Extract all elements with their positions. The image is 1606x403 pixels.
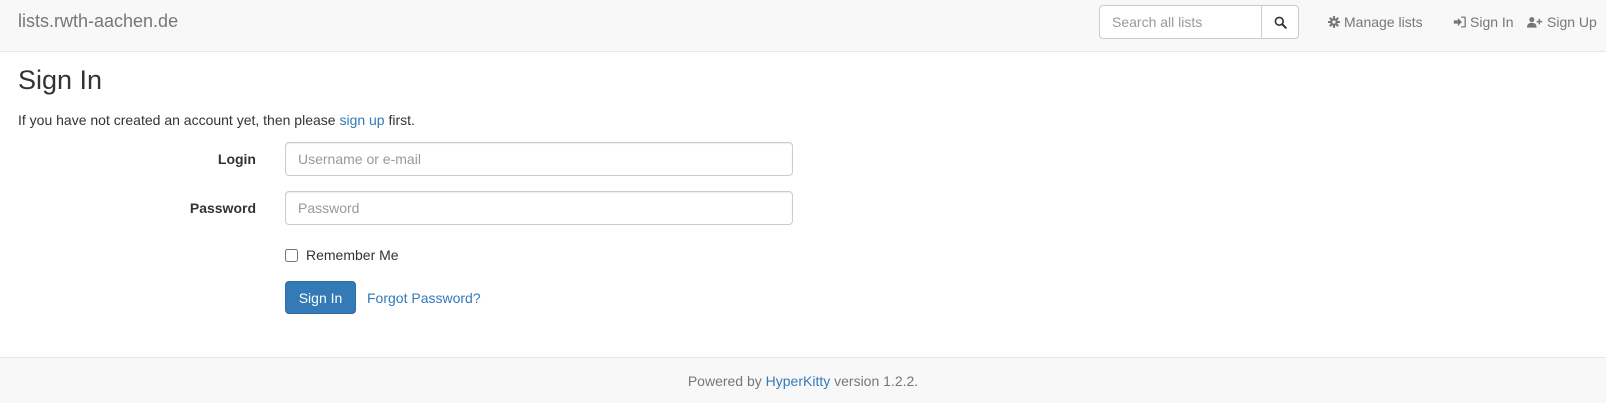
footer-text-before: Powered by (687, 373, 766, 389)
sign-in-icon (1453, 16, 1466, 28)
login-label: Login (217, 151, 256, 167)
intro-text-before: If you have not created an account yet, … (18, 112, 340, 128)
page-title: Sign In (18, 65, 103, 95)
remember-me-label: Remember Me (306, 247, 399, 263)
sign-up-label: Sign Up (1547, 14, 1597, 30)
remember-me-checkbox[interactable] (285, 248, 298, 262)
footer: Powered by HyperKitty version 1.2.2. (0, 357, 1606, 403)
sign-in-link[interactable]: Sign In (1453, 13, 1514, 31)
footer-text-after: version 1.2.2. (830, 373, 919, 389)
password-input[interactable] (285, 191, 793, 225)
hyperkitty-link[interactable]: HyperKitty (766, 373, 831, 389)
search-input[interactable] (1099, 5, 1261, 39)
remember-me[interactable]: Remember Me (285, 247, 399, 263)
sign-up-inline-link[interactable]: sign up (339, 112, 384, 128)
gear-icon (1328, 16, 1340, 28)
forgot-password-link[interactable]: Forgot Password? (367, 289, 481, 307)
search-button[interactable] (1261, 5, 1299, 39)
intro-text: If you have not created an account yet, … (18, 111, 415, 129)
sign-in-button[interactable]: Sign In (285, 281, 356, 314)
sign-up-link[interactable]: Sign Up (1527, 13, 1597, 31)
top-navbar: lists.rwth-aachen.de Search all lists Ma… (0, 0, 1606, 52)
login-input[interactable] (285, 142, 793, 176)
manage-lists-label: Manage lists (1344, 14, 1423, 30)
brand-link[interactable]: lists.rwth-aachen.de (18, 11, 178, 31)
manage-lists-link[interactable]: Manage lists (1328, 13, 1423, 31)
search-form (1099, 5, 1299, 39)
user-plus-icon (1527, 16, 1543, 28)
password-label: Password (189, 200, 256, 216)
intro-text-after: first. (384, 112, 415, 128)
sign-in-label: Sign In (1470, 14, 1514, 30)
search-icon (1274, 16, 1287, 29)
